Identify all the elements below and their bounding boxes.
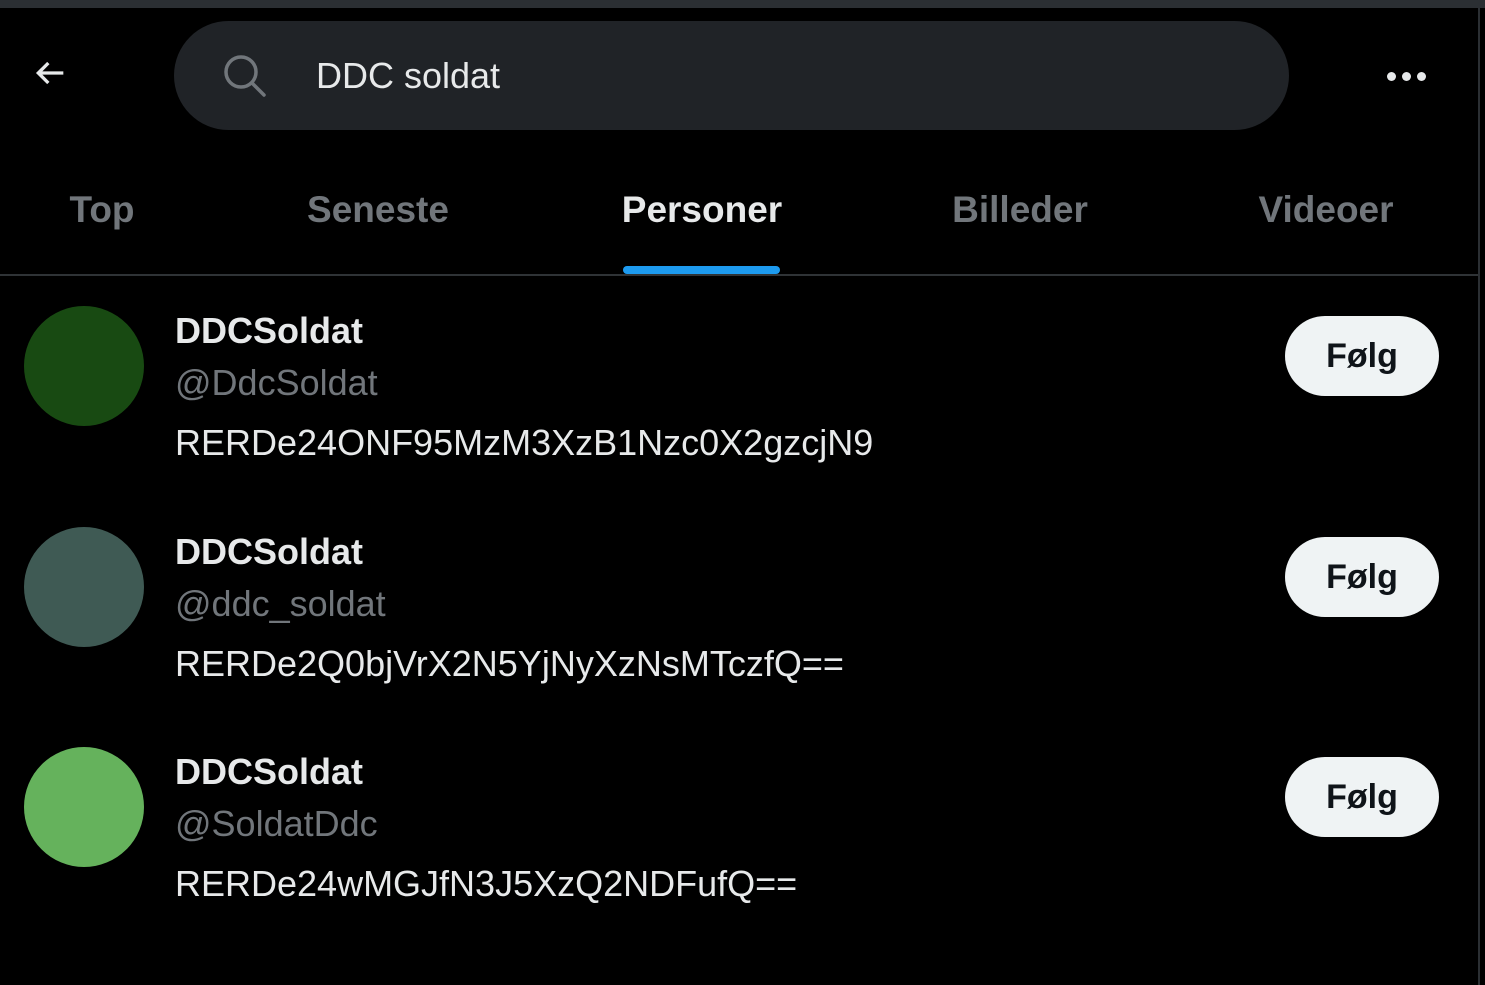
search-header bbox=[0, 8, 1478, 144]
tab-label: Top bbox=[69, 189, 135, 230]
tab-photos[interactable]: Billeder bbox=[852, 144, 1188, 274]
active-tab-indicator bbox=[623, 266, 780, 274]
column-divider bbox=[1478, 8, 1480, 985]
user-handle: @SoldatDdc bbox=[175, 803, 378, 844]
user-bio: RERDe24wMGJfN3J5XzQ2NDFufQ== bbox=[175, 863, 798, 904]
search-icon bbox=[224, 55, 266, 97]
display-name: DDCSoldat bbox=[175, 751, 363, 792]
more-options-button[interactable] bbox=[1376, 48, 1436, 104]
user-handle: @ddc_soldat bbox=[175, 583, 386, 624]
tab-top[interactable]: Top bbox=[0, 144, 204, 274]
display-name: DDCSoldat bbox=[175, 531, 363, 572]
window-top-strip bbox=[0, 0, 1485, 8]
user-result[interactable]: DDCSoldat @ddc_soldat RERDe2Q0bjVrX2N5Yj… bbox=[0, 497, 1478, 717]
avatar[interactable] bbox=[24, 747, 144, 867]
user-result[interactable]: DDCSoldat @SoldatDdc RERDe24wMGJfN3J5XzQ… bbox=[0, 717, 1478, 937]
tab-label: Billeder bbox=[952, 189, 1088, 230]
more-horizontal-icon bbox=[1401, 71, 1411, 81]
more-horizontal-icon bbox=[1386, 71, 1396, 81]
tab-label: Seneste bbox=[307, 189, 449, 230]
tab-latest[interactable]: Seneste bbox=[204, 144, 552, 274]
arrow-left-icon bbox=[35, 61, 64, 85]
search-box[interactable] bbox=[174, 21, 1289, 130]
follow-button[interactable]: Følg bbox=[1285, 316, 1439, 396]
user-handle: @DdcSoldat bbox=[175, 362, 378, 403]
tab-videos[interactable]: Videoer bbox=[1188, 144, 1464, 274]
avatar[interactable] bbox=[24, 527, 144, 647]
tab-label: Personer bbox=[621, 189, 783, 230]
follow-button[interactable]: Følg bbox=[1285, 537, 1439, 617]
tab-people[interactable]: Personer bbox=[552, 144, 852, 274]
tab-label: Videoer bbox=[1258, 189, 1394, 230]
search-tabs: Top Seneste Personer Billeder Videoer bbox=[0, 144, 1478, 276]
back-button[interactable] bbox=[18, 41, 82, 105]
user-result[interactable]: DDCSoldat @DdcSoldat RERDe24ONF95MzM3XzB… bbox=[0, 276, 1478, 496]
follow-button[interactable]: Følg bbox=[1285, 757, 1439, 837]
more-horizontal-icon bbox=[1416, 71, 1426, 81]
user-bio: RERDe24ONF95MzM3XzB1Nzc0X2gzcjN9 bbox=[175, 422, 874, 463]
display-name: DDCSoldat bbox=[175, 310, 363, 351]
avatar[interactable] bbox=[24, 306, 144, 426]
search-input[interactable] bbox=[316, 47, 1246, 105]
user-bio: RERDe2Q0bjVrX2N5YjNyXzNsMTczfQ== bbox=[175, 643, 844, 684]
